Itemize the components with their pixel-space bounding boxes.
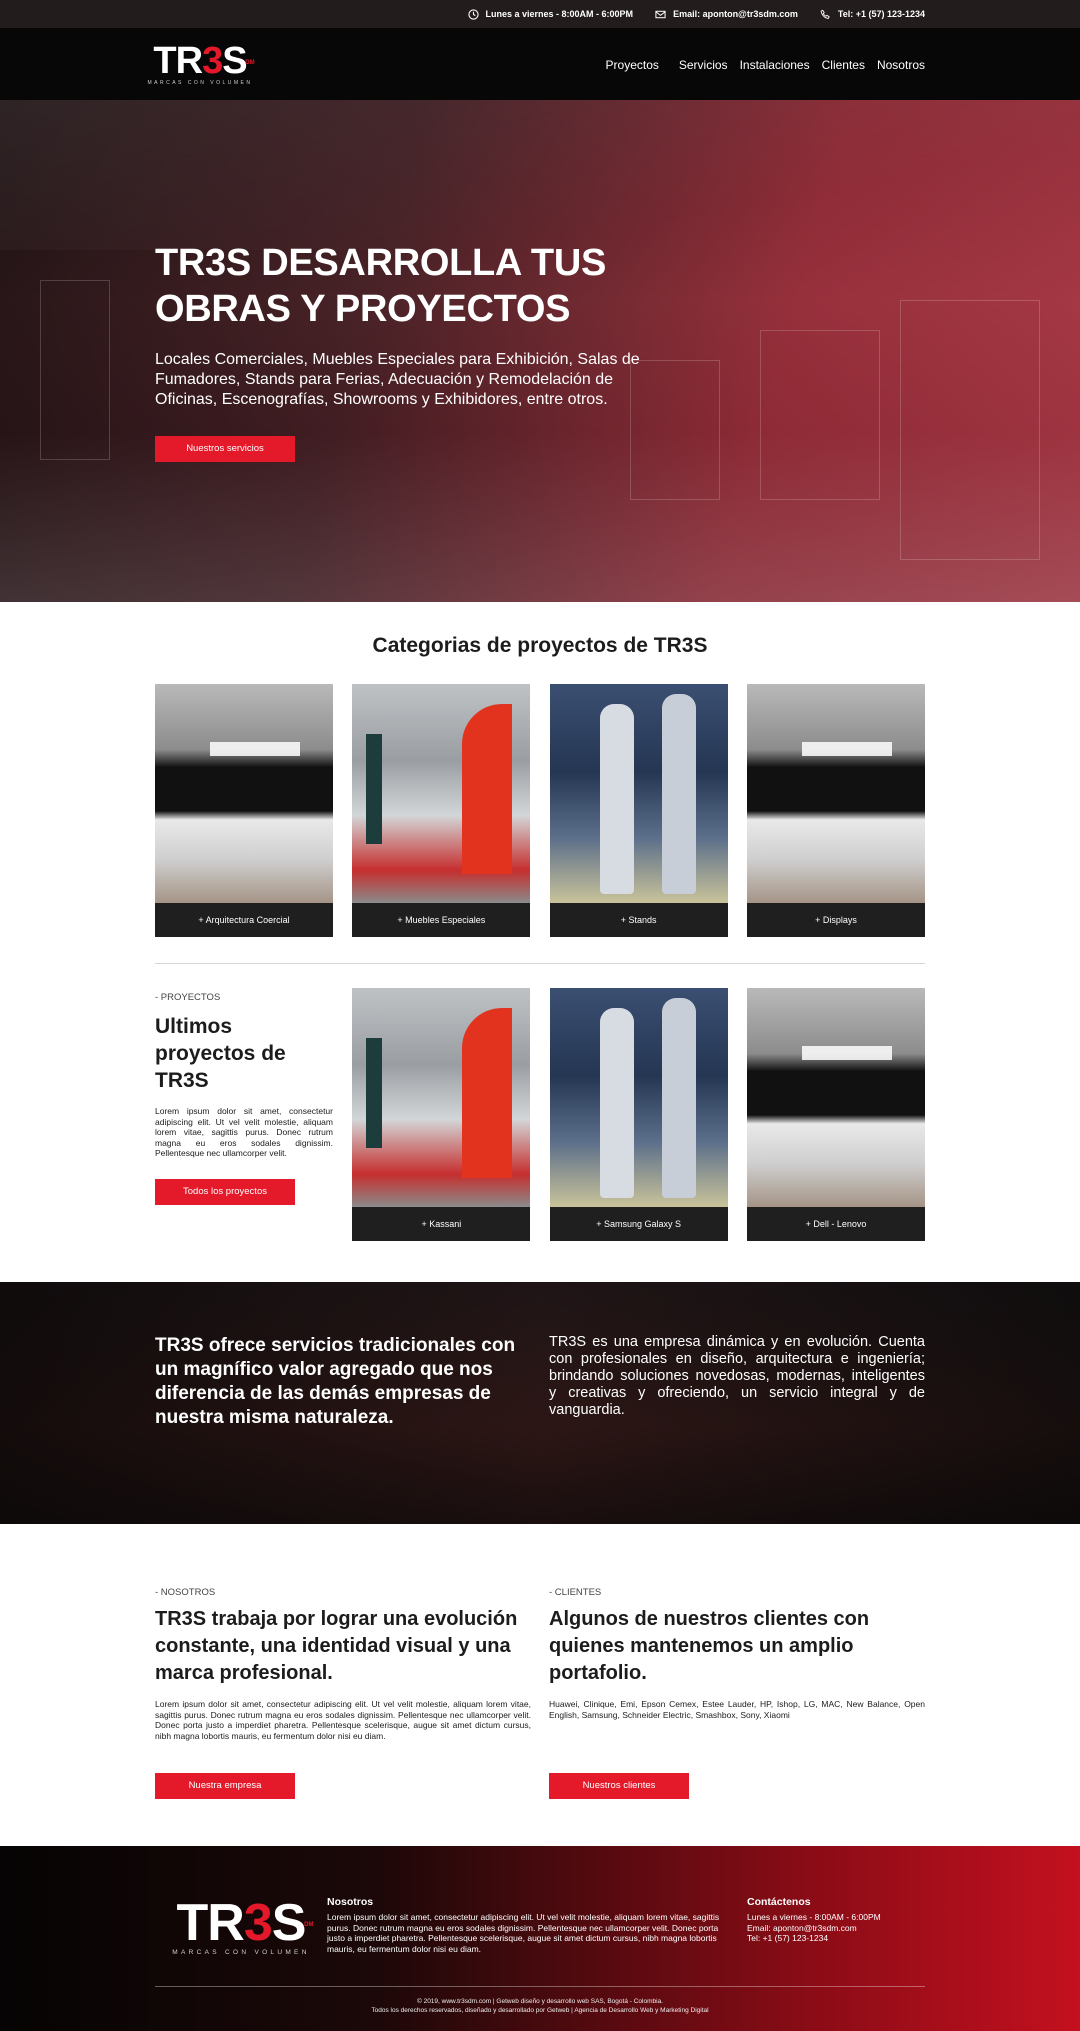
footer-divider	[155, 1986, 925, 1987]
top-info-bar: Lunes a viernes - 8:00AM - 6:00PM Email:…	[0, 0, 1080, 28]
category-label: + Muebles Especiales	[352, 903, 531, 937]
category-card-displays[interactable]: + Displays	[746, 684, 925, 937]
projects-intro: - PROYECTOS Ultimos proyectos de TR3S Lo…	[155, 988, 333, 1241]
categories-title: Categorias de proyectos de TR3S	[372, 634, 708, 657]
services-button[interactable]: Nuestros servicios	[155, 436, 295, 462]
latest-projects: - PROYECTOS Ultimos proyectos de TR3S Lo…	[155, 988, 925, 1241]
project-image	[746, 988, 925, 1207]
footer-hours: Lunes a viernes - 8:00AM - 6:00PM	[747, 1912, 881, 1922]
value-proposition-band: TR3S ofrece servicios tradicionales con …	[0, 1282, 1080, 1524]
project-card-samsung[interactable]: + Samsung Galaxy S	[549, 988, 728, 1241]
footer-contact-details: Lunes a viernes - 8:00AM - 6:00PM Email:…	[747, 1912, 881, 1944]
category-label: + Displays	[746, 903, 925, 937]
footer-copyright: © 2019, www.tr3sdm.com | Getweb diseño y…	[155, 1997, 925, 2015]
project-image	[352, 988, 531, 1207]
copyright-line-2: Todos los derechos reservados, diseñado …	[371, 2007, 709, 2014]
nav-item-servicios[interactable]: Servicios	[679, 58, 728, 72]
company-button[interactable]: Nuestra empresa	[155, 1773, 295, 1799]
footer-contact: Contáctenos Lunes a viernes - 8:00AM - 6…	[747, 1896, 881, 1956]
nav-menu: Proyectos Servicios Instalaciones Client…	[606, 56, 925, 72]
project-label: + Samsung Galaxy S	[549, 1207, 728, 1241]
hero-bg-shelf	[900, 300, 1040, 560]
project-label: + Kassani	[352, 1207, 531, 1241]
email-item[interactable]: Email: aponton@tr3sdm.com	[655, 9, 798, 20]
site-footer: TR3S DM MARCAS CON VOLUMEN Nosotros Lorem…	[0, 1846, 1080, 2031]
footer-about: Nosotros Lorem ipsum dolor sit amet, con…	[327, 1896, 747, 1956]
hero-title: TR3S DESARROLLA TUS OBRAS Y PROYECTOS	[155, 242, 607, 330]
clients-kicker: - CLIENTES	[549, 1587, 602, 1598]
category-label: + Stands	[549, 903, 728, 937]
project-label: + Dell - Lenovo	[746, 1207, 925, 1241]
category-image	[746, 684, 925, 903]
phone-text: Tel: +1 (57) 123-1234	[837, 9, 925, 19]
main-navigation: TR3S DM MARCAS CON VOLUMEN Proyectos Serv…	[0, 28, 1080, 100]
hours-item: Lunes a viernes - 8:00AM - 6:00PM	[467, 8, 634, 20]
hero-bg-ceiling	[0, 100, 1080, 250]
project-image	[549, 988, 728, 1207]
site-logo[interactable]: TR3S DM MARCAS CON VOLUMEN	[148, 39, 255, 86]
hero-bg-shelf	[760, 330, 880, 500]
clock-icon	[467, 8, 479, 20]
nav-item-instalaciones[interactable]: Instalaciones	[740, 58, 810, 72]
phone-item[interactable]: Tel: +1 (57) 123-1234	[820, 9, 925, 20]
category-image	[352, 684, 531, 903]
about-body: Lorem ipsum dolor sit amet, consectetur …	[155, 1699, 531, 1741]
hero-banner: TR3S DESARROLLA TUS OBRAS Y PROYECTOS Loc…	[0, 100, 1080, 602]
copyright-line-1: © 2019, www.tr3sdm.com | Getweb diseño y…	[416, 1998, 663, 2005]
band-headline: TR3S ofrece servicios tradicionales con …	[155, 1335, 516, 1428]
about-title: TR3S trabaja por lograr una evolución co…	[155, 1608, 518, 1684]
about-column: - NOSOTROS TR3S trabaja por lograr una e…	[155, 1587, 531, 1799]
project-card-dell-lenovo[interactable]: + Dell - Lenovo	[746, 988, 925, 1241]
category-card-stands[interactable]: + Stands	[549, 684, 728, 937]
category-cards: + Arquitectura Coercial + Muebles Especi…	[155, 684, 925, 937]
about-clients-section: - NOSOTROS TR3S trabaja por lograr una e…	[0, 1524, 1080, 1846]
nav-item-nosotros[interactable]: Nosotros	[877, 58, 925, 72]
footer-email[interactable]: Email: aponton@tr3sdm.com	[747, 1923, 881, 1934]
about-kicker: - NOSOTROS	[155, 1587, 216, 1598]
clients-column: - CLIENTES Algunos de nuestros clientes …	[549, 1587, 925, 1799]
footer-phone[interactable]: Tel: +1 (57) 123-1234	[747, 1933, 881, 1944]
category-label: + Arquitectura Coercial	[155, 903, 333, 937]
category-image	[549, 684, 728, 903]
email-text: Email: aponton@tr3sdm.com	[673, 9, 798, 19]
clients-title: Algunos de nuestros clientes con quienes…	[549, 1608, 870, 1684]
hours-text: Lunes a viernes - 8:00AM - 6:00PM	[485, 9, 634, 19]
projects-body: Lorem ipsum dolor sit amet, consectetur …	[155, 1106, 333, 1158]
phone-icon	[820, 9, 830, 19]
clients-button[interactable]: Nuestros clientes	[549, 1773, 689, 1799]
projects-kicker: - PROYECTOS	[155, 992, 221, 1003]
category-card-muebles[interactable]: + Muebles Especiales	[352, 684, 531, 937]
logo-wordmark: TR3S DM	[153, 39, 255, 82]
nav-item-proyectos[interactable]: Proyectos	[606, 58, 659, 72]
footer-logo-wordmark: TR3S DM	[176, 1894, 314, 1952]
all-projects-button[interactable]: Todos los proyectos	[155, 1178, 295, 1205]
projects-title: Ultimos proyectos de TR3S	[155, 1015, 286, 1092]
project-card-kassani[interactable]: + Kassani	[352, 988, 531, 1241]
footer-contact-heading: Contáctenos	[747, 1896, 811, 1908]
footer-logo[interactable]: TR3S DM MARCAS CON VOLUMEN	[155, 1896, 327, 1956]
footer-about-heading: Nosotros	[327, 1896, 374, 1908]
category-card-arquitectura[interactable]: + Arquitectura Coercial	[155, 684, 333, 937]
hero-description: Locales Comerciales, Muebles Especiales …	[155, 351, 640, 408]
category-image	[155, 684, 333, 903]
clients-body: Huawei, Clinique, Emi, Epson Cemex, Este…	[549, 1699, 925, 1720]
nav-item-clientes[interactable]: Clientes	[822, 58, 865, 72]
section-divider	[155, 963, 925, 964]
band-description: TR3S es una empresa dinámica y en evoluc…	[549, 1334, 925, 1418]
footer-about-text: Lorem ipsum dolor sit amet, consectetur …	[327, 1912, 720, 1954]
hero-bg-shelf	[40, 280, 110, 460]
hero-content: TR3S DESARROLLA TUS OBRAS Y PROYECTOS Loc…	[155, 240, 675, 462]
mail-icon	[655, 10, 666, 18]
categories-section: Categorias de proyectos de TR3S + Arquit…	[0, 602, 1080, 1282]
